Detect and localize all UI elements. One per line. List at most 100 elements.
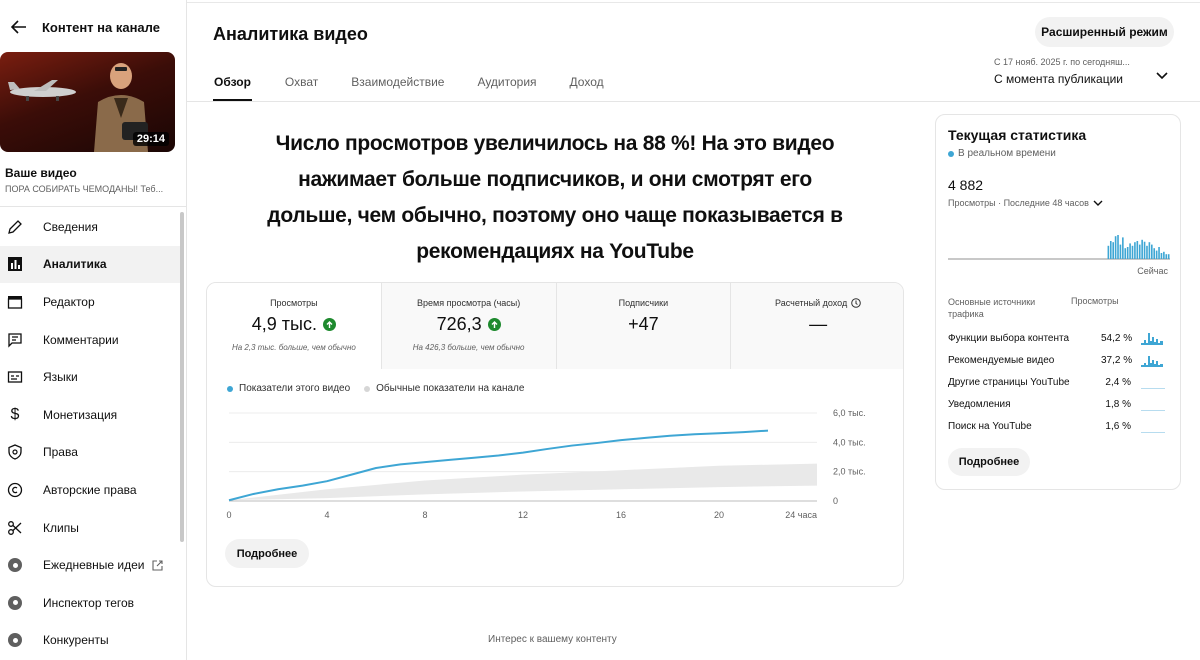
chart-legend: Показатели этого видео Обычные показател… xyxy=(227,383,524,394)
realtime-bar xyxy=(1136,241,1139,259)
metric-note: На 426,3 больше, чем обычно xyxy=(412,343,525,352)
metric-label: Расчетный доход xyxy=(775,298,848,308)
realtime-bar xyxy=(1155,250,1158,259)
advanced-mode-button[interactable]: Расширенный режим xyxy=(1035,17,1174,47)
metric-estimated-revenue[interactable]: Расчетный доход — xyxy=(731,283,903,369)
tab-revenue[interactable]: Доход xyxy=(570,68,604,101)
period-label: С момента публикации xyxy=(994,72,1123,86)
sidebar-item-editor[interactable]: Редактор xyxy=(0,283,180,321)
metric-value-row: 726,3 xyxy=(382,314,556,335)
dollar-icon: $ xyxy=(10,405,20,423)
video-thumbnail[interactable]: 29:14 xyxy=(0,52,175,152)
y-tick-label: 6,0 тыс. xyxy=(833,408,866,418)
views-header: Просмотры xyxy=(1071,296,1119,306)
metric-value-row: 4,9 тыс. xyxy=(207,314,381,335)
traffic-source-name: Рекомендуемые видео xyxy=(948,354,1055,366)
details-button[interactable]: Подробнее xyxy=(225,539,309,568)
extension-icon xyxy=(6,631,24,649)
metrics-row: Просмотры 4,9 тыс. На 2,3 тыс. больше, ч… xyxy=(207,283,903,369)
sidebar-item-details[interactable]: Сведения xyxy=(0,208,180,246)
page-title: Аналитика видео xyxy=(213,24,368,44)
traffic-source-value: 37,2 % xyxy=(1101,354,1133,366)
traffic-source-value: 2,4 % xyxy=(1105,376,1131,388)
traffic-source-value: 1,8 % xyxy=(1105,398,1131,410)
sidebar-item-label: Аналитика xyxy=(43,257,107,272)
traffic-source-row: Другие страницы YouTube 2,4 % xyxy=(948,374,1170,390)
legend-item-typical: Обычные показатели на канале xyxy=(364,383,524,394)
realtime-views-count: 4 882 xyxy=(948,177,984,193)
sidebar-item-clips[interactable]: Клипы xyxy=(0,509,180,547)
trend-up-icon xyxy=(487,318,501,331)
sidebar-item-analytics[interactable]: Аналитика xyxy=(0,245,180,284)
section-title-interest: Интерес к вашему контенту xyxy=(488,634,617,645)
traffic-source-name: Уведомления xyxy=(948,398,1011,410)
extension-icon xyxy=(6,556,24,574)
sidebar-item-label: Конкуренты xyxy=(43,633,109,648)
sidebar-item-label: Авторские права xyxy=(43,482,137,497)
realtime-bar xyxy=(1150,244,1153,259)
x-tick-label: 4 xyxy=(324,510,329,520)
traffic-source-row: Уведомления 1,8 % xyxy=(948,396,1170,412)
sidebar-scrollbar[interactable] xyxy=(180,212,184,542)
realtime-period-dropdown[interactable]: Просмотры · Последние 48 часов xyxy=(948,198,1103,208)
back-arrow-icon[interactable] xyxy=(4,14,34,40)
pencil-icon xyxy=(6,218,24,236)
sidebar-item-daily-ideas[interactable]: Ежедневные идеи xyxy=(0,546,180,584)
metric-value: — xyxy=(809,314,828,334)
sidebar-item-comments[interactable]: Комментарии xyxy=(0,321,180,359)
sidebar-item-label: Права xyxy=(43,445,78,460)
metric-views[interactable]: Просмотры 4,9 тыс. На 2,3 тыс. больше, ч… xyxy=(207,283,382,369)
realtime-bar xyxy=(1160,253,1163,259)
sidebar-item-label: Монетизация xyxy=(43,407,118,422)
tab-audience[interactable]: Аудитория xyxy=(477,68,536,101)
realtime-bar xyxy=(1141,239,1143,259)
chevron-down-icon[interactable] xyxy=(1156,67,1168,85)
sidebar-item-label: Инспектор тегов xyxy=(43,595,135,610)
realtime-bar xyxy=(1129,243,1131,259)
sidebar-item-competitors[interactable]: Конкуренты xyxy=(0,622,180,660)
top-border xyxy=(187,2,1200,3)
shield-icon xyxy=(6,443,24,461)
metric-subscribers[interactable]: Подписчики +47 xyxy=(556,283,732,369)
traffic-source-row: Рекомендуемые видео 37,2 % xyxy=(948,352,1170,368)
realtime-bar xyxy=(1124,248,1127,259)
realtime-bar xyxy=(1112,242,1114,259)
sidebar-item-label: Ежедневные идеи xyxy=(43,558,145,573)
views-line-chart[interactable]: 0 2,0 тыс. 4,0 тыс. 6,0 тыс. 0 4 8 12 16 20 24 час… xyxy=(207,401,904,523)
x-tick-label: 8 xyxy=(422,510,427,520)
metric-value: +47 xyxy=(628,314,659,334)
subtitles-icon xyxy=(6,368,24,386)
realtime-live-indicator: В реальном времени xyxy=(948,148,1056,159)
clapperboard-icon xyxy=(6,293,24,311)
traffic-source-row: Поиск на YouTube 1,6 % xyxy=(948,418,1170,434)
sidebar-item-label: Редактор xyxy=(43,294,95,309)
sidebar-item-languages[interactable]: Языки xyxy=(0,358,180,396)
realtime-title: Текущая статистика xyxy=(948,127,1087,143)
scissors-icon xyxy=(6,519,24,537)
realtime-period-label: Просмотры · Последние 48 часов xyxy=(948,198,1089,208)
legend-dot xyxy=(227,385,233,392)
tab-engagement[interactable]: Взаимодействие xyxy=(351,68,444,101)
traffic-source-sparkline xyxy=(1141,410,1165,411)
period-selector[interactable]: С 17 нояб. 2025 г. по сегодняш... С моме… xyxy=(994,57,1130,86)
trend-up-icon xyxy=(322,318,336,331)
metric-label-row: Расчетный доход xyxy=(731,298,903,308)
realtime-bar xyxy=(1138,244,1141,259)
y-tick-label: 2,0 тыс. xyxy=(833,467,866,477)
header-divider xyxy=(187,101,1200,102)
video-title: ПОРА СОБИРАТЬ ЧЕМОДАНЫ! Теб... xyxy=(5,184,164,194)
metric-watch-time[interactable]: Время просмотра (часы) 726,3 На 426,3 бо… xyxy=(381,283,557,369)
realtime-details-button[interactable]: Подробнее xyxy=(948,448,1030,476)
period-range: С 17 нояб. 2025 г. по сегодняш... xyxy=(994,57,1130,67)
sidebar-item-copyright[interactable]: Авторские права xyxy=(0,471,180,509)
info-icon[interactable] xyxy=(851,298,862,308)
sidebar-item-monetization[interactable]: $ Монетизация xyxy=(0,396,180,434)
sidebar-item-rights[interactable]: Права xyxy=(0,434,180,472)
tab-reach[interactable]: Охват xyxy=(285,68,318,101)
legend-item-this-video: Показатели этого видео xyxy=(227,383,350,394)
sidebar-item-tag-inspector[interactable]: Инспектор тегов xyxy=(0,584,180,622)
tab-overview[interactable]: Обзор xyxy=(213,68,252,101)
legend-dot xyxy=(364,385,371,392)
sidebar-item-label: Комментарии xyxy=(43,332,119,347)
legend-label: Обычные показатели на канале xyxy=(376,383,525,394)
